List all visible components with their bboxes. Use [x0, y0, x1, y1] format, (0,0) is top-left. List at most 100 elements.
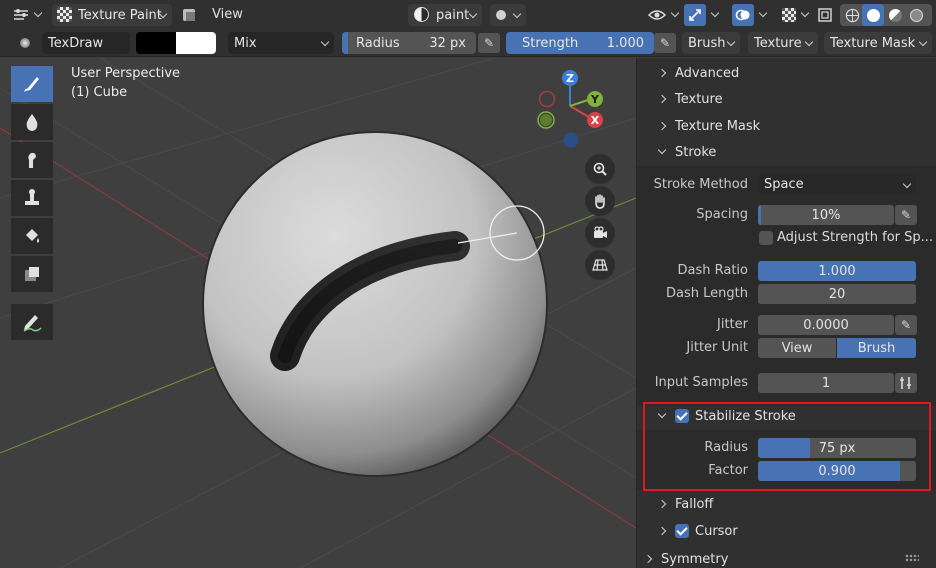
- input-samples-settings-icon[interactable]: [895, 373, 917, 393]
- jitter-pressure-icon[interactable]: ✎: [895, 315, 917, 335]
- visibility-eye-icon[interactable]: [646, 4, 668, 26]
- radius-pressure-icon[interactable]: ✎: [478, 33, 500, 53]
- stroke-method-dropdown[interactable]: Space: [758, 174, 916, 194]
- record-dot-icon: [496, 10, 506, 20]
- adjust-strength-checkbox[interactable]: [759, 231, 773, 245]
- tool-settings-bar: TexDraw Mix Radius 32 px ✎ Strength 1.00…: [0, 30, 936, 57]
- dash-length-field[interactable]: 20: [758, 284, 916, 304]
- overlays-chevron-icon[interactable]: [758, 10, 768, 20]
- gizmo-toggle-icon[interactable]: [684, 4, 706, 26]
- zoom-icon[interactable]: [585, 154, 615, 184]
- radius-value: 32 px: [429, 35, 466, 51]
- texture-label: Texture: [675, 91, 723, 107]
- advanced-label: Advanced: [675, 65, 740, 81]
- view-menu[interactable]: View: [212, 7, 243, 22]
- navigation-gizmo[interactable]: Z Y X: [528, 66, 612, 150]
- toolbar-separator: [11, 294, 53, 304]
- texture-mask-chevron-icon: [657, 121, 667, 131]
- xray-toggle-icon[interactable]: [814, 4, 836, 26]
- stroke-method-label: Stroke Method: [653, 177, 748, 192]
- clone-tool-icon[interactable]: [11, 180, 53, 216]
- symmetry-header[interactable]: Symmetry: [637, 546, 936, 568]
- smear-tool-icon[interactable]: [11, 142, 53, 178]
- xray-icon[interactable]: [178, 4, 200, 26]
- jitter-label: Jitter: [717, 317, 748, 332]
- header-bar: Texture Paint View paint: [0, 0, 936, 30]
- pan-hand-icon[interactable]: [585, 186, 615, 216]
- radius-label: Radius: [356, 35, 400, 51]
- gizmo-x-label: X: [591, 114, 600, 127]
- material-shading-icon[interactable]: [884, 4, 906, 26]
- gizmo-chevron-icon[interactable]: [710, 10, 720, 20]
- dash-ratio-label: Dash Ratio: [677, 263, 749, 278]
- input-samples-label: Input Samples: [654, 375, 748, 390]
- input-samples-field[interactable]: 1: [758, 373, 894, 393]
- adjust-strength-label: Adjust Strength for Sp...: [777, 230, 934, 245]
- primary-color-swatch[interactable]: [136, 32, 176, 54]
- spacing-pressure-icon[interactable]: ✎: [895, 205, 917, 225]
- drag-handle-icon[interactable]: [905, 554, 919, 562]
- jitter-unit-brush-button[interactable]: Brush: [837, 338, 916, 358]
- fill-tool-icon[interactable]: [11, 218, 53, 254]
- mode-dropdown[interactable]: Texture Paint: [52, 4, 172, 26]
- left-toolbar: [11, 66, 53, 342]
- cursor-checkbox[interactable]: [675, 524, 689, 538]
- 3d-viewport[interactable]: User Perspective (1) Cube Z Y X: [0, 58, 636, 568]
- editor-type-chevron-icon[interactable]: [33, 10, 43, 20]
- symmetry-label: Symmetry: [661, 551, 729, 567]
- soften-tool-icon[interactable]: [11, 104, 53, 140]
- input-samples-value: 1: [821, 375, 831, 391]
- spacing-fill: [758, 205, 761, 225]
- falloff-header[interactable]: Falloff: [637, 491, 936, 517]
- stabilize-highlight-box: [643, 402, 931, 491]
- secondary-color-swatch[interactable]: [176, 32, 216, 54]
- mask-tool-icon[interactable]: [11, 256, 53, 292]
- overlays-icon[interactable]: [732, 4, 754, 26]
- paint-overlay-icon[interactable]: [778, 4, 800, 26]
- symmetry-chevron-icon: [643, 554, 653, 564]
- texture-menu[interactable]: Texture: [748, 32, 818, 54]
- texture-menu-label: Texture: [754, 35, 802, 51]
- jitter-unit-view-label: View: [781, 340, 813, 356]
- rendered-shading-icon[interactable]: [905, 4, 927, 26]
- advanced-chevron-icon: [657, 68, 667, 78]
- draw-tool-icon[interactable]: [11, 66, 53, 102]
- radius-field[interactable]: Radius 32 px: [342, 32, 476, 54]
- strength-field[interactable]: Strength 1.000: [506, 32, 654, 54]
- paint-overlay-chevron-icon[interactable]: [800, 10, 810, 20]
- strength-value: 1.000: [606, 35, 644, 51]
- texture-header[interactable]: Texture: [637, 86, 936, 112]
- spacing-field[interactable]: 10%: [758, 205, 894, 225]
- advanced-header[interactable]: Advanced: [637, 60, 936, 86]
- texture-mask-header[interactable]: Texture Mask: [637, 113, 936, 139]
- texture-chevron-icon: [657, 94, 667, 104]
- camera-view-icon[interactable]: [585, 218, 615, 248]
- editor-type-icon[interactable]: [10, 4, 32, 26]
- solid-shading-icon[interactable]: [862, 4, 884, 26]
- material-slot-dropdown[interactable]: paint: [408, 4, 482, 26]
- wireframe-shading-icon[interactable]: [841, 4, 863, 26]
- annotate-tool-icon[interactable]: [11, 304, 53, 340]
- cursor-header[interactable]: Cursor: [637, 518, 936, 544]
- stroke-chevron-icon: [657, 145, 667, 155]
- strength-pressure-icon[interactable]: ✎: [654, 33, 676, 53]
- shading-options-dropdown[interactable]: [490, 4, 526, 26]
- jitter-unit-brush-label: Brush: [857, 340, 896, 356]
- brush-preview-icon[interactable]: [14, 32, 36, 54]
- dash-ratio-field[interactable]: 1.000: [758, 261, 916, 281]
- brush-name-field[interactable]: TexDraw: [42, 32, 130, 54]
- perspective-grid-icon[interactable]: [585, 250, 615, 280]
- dash-ratio-value: 1.000: [818, 263, 856, 279]
- texture-mask-menu-label: Texture Mask: [830, 35, 916, 51]
- stroke-header[interactable]: Stroke: [637, 139, 936, 165]
- blend-mode-dropdown[interactable]: Mix: [228, 32, 334, 54]
- jitter-field[interactable]: 0.0000: [758, 315, 894, 335]
- cursor-label: Cursor: [695, 523, 738, 539]
- material-sphere-icon: [414, 7, 429, 22]
- brush-menu-label: Brush: [688, 35, 726, 51]
- texture-mask-menu[interactable]: Texture Mask: [824, 32, 932, 54]
- visibility-chevron-icon[interactable]: [670, 10, 680, 20]
- brush-menu[interactable]: Brush: [682, 32, 740, 54]
- jitter-unit-view-button[interactable]: View: [758, 338, 836, 358]
- spacing-label: Spacing: [696, 207, 748, 222]
